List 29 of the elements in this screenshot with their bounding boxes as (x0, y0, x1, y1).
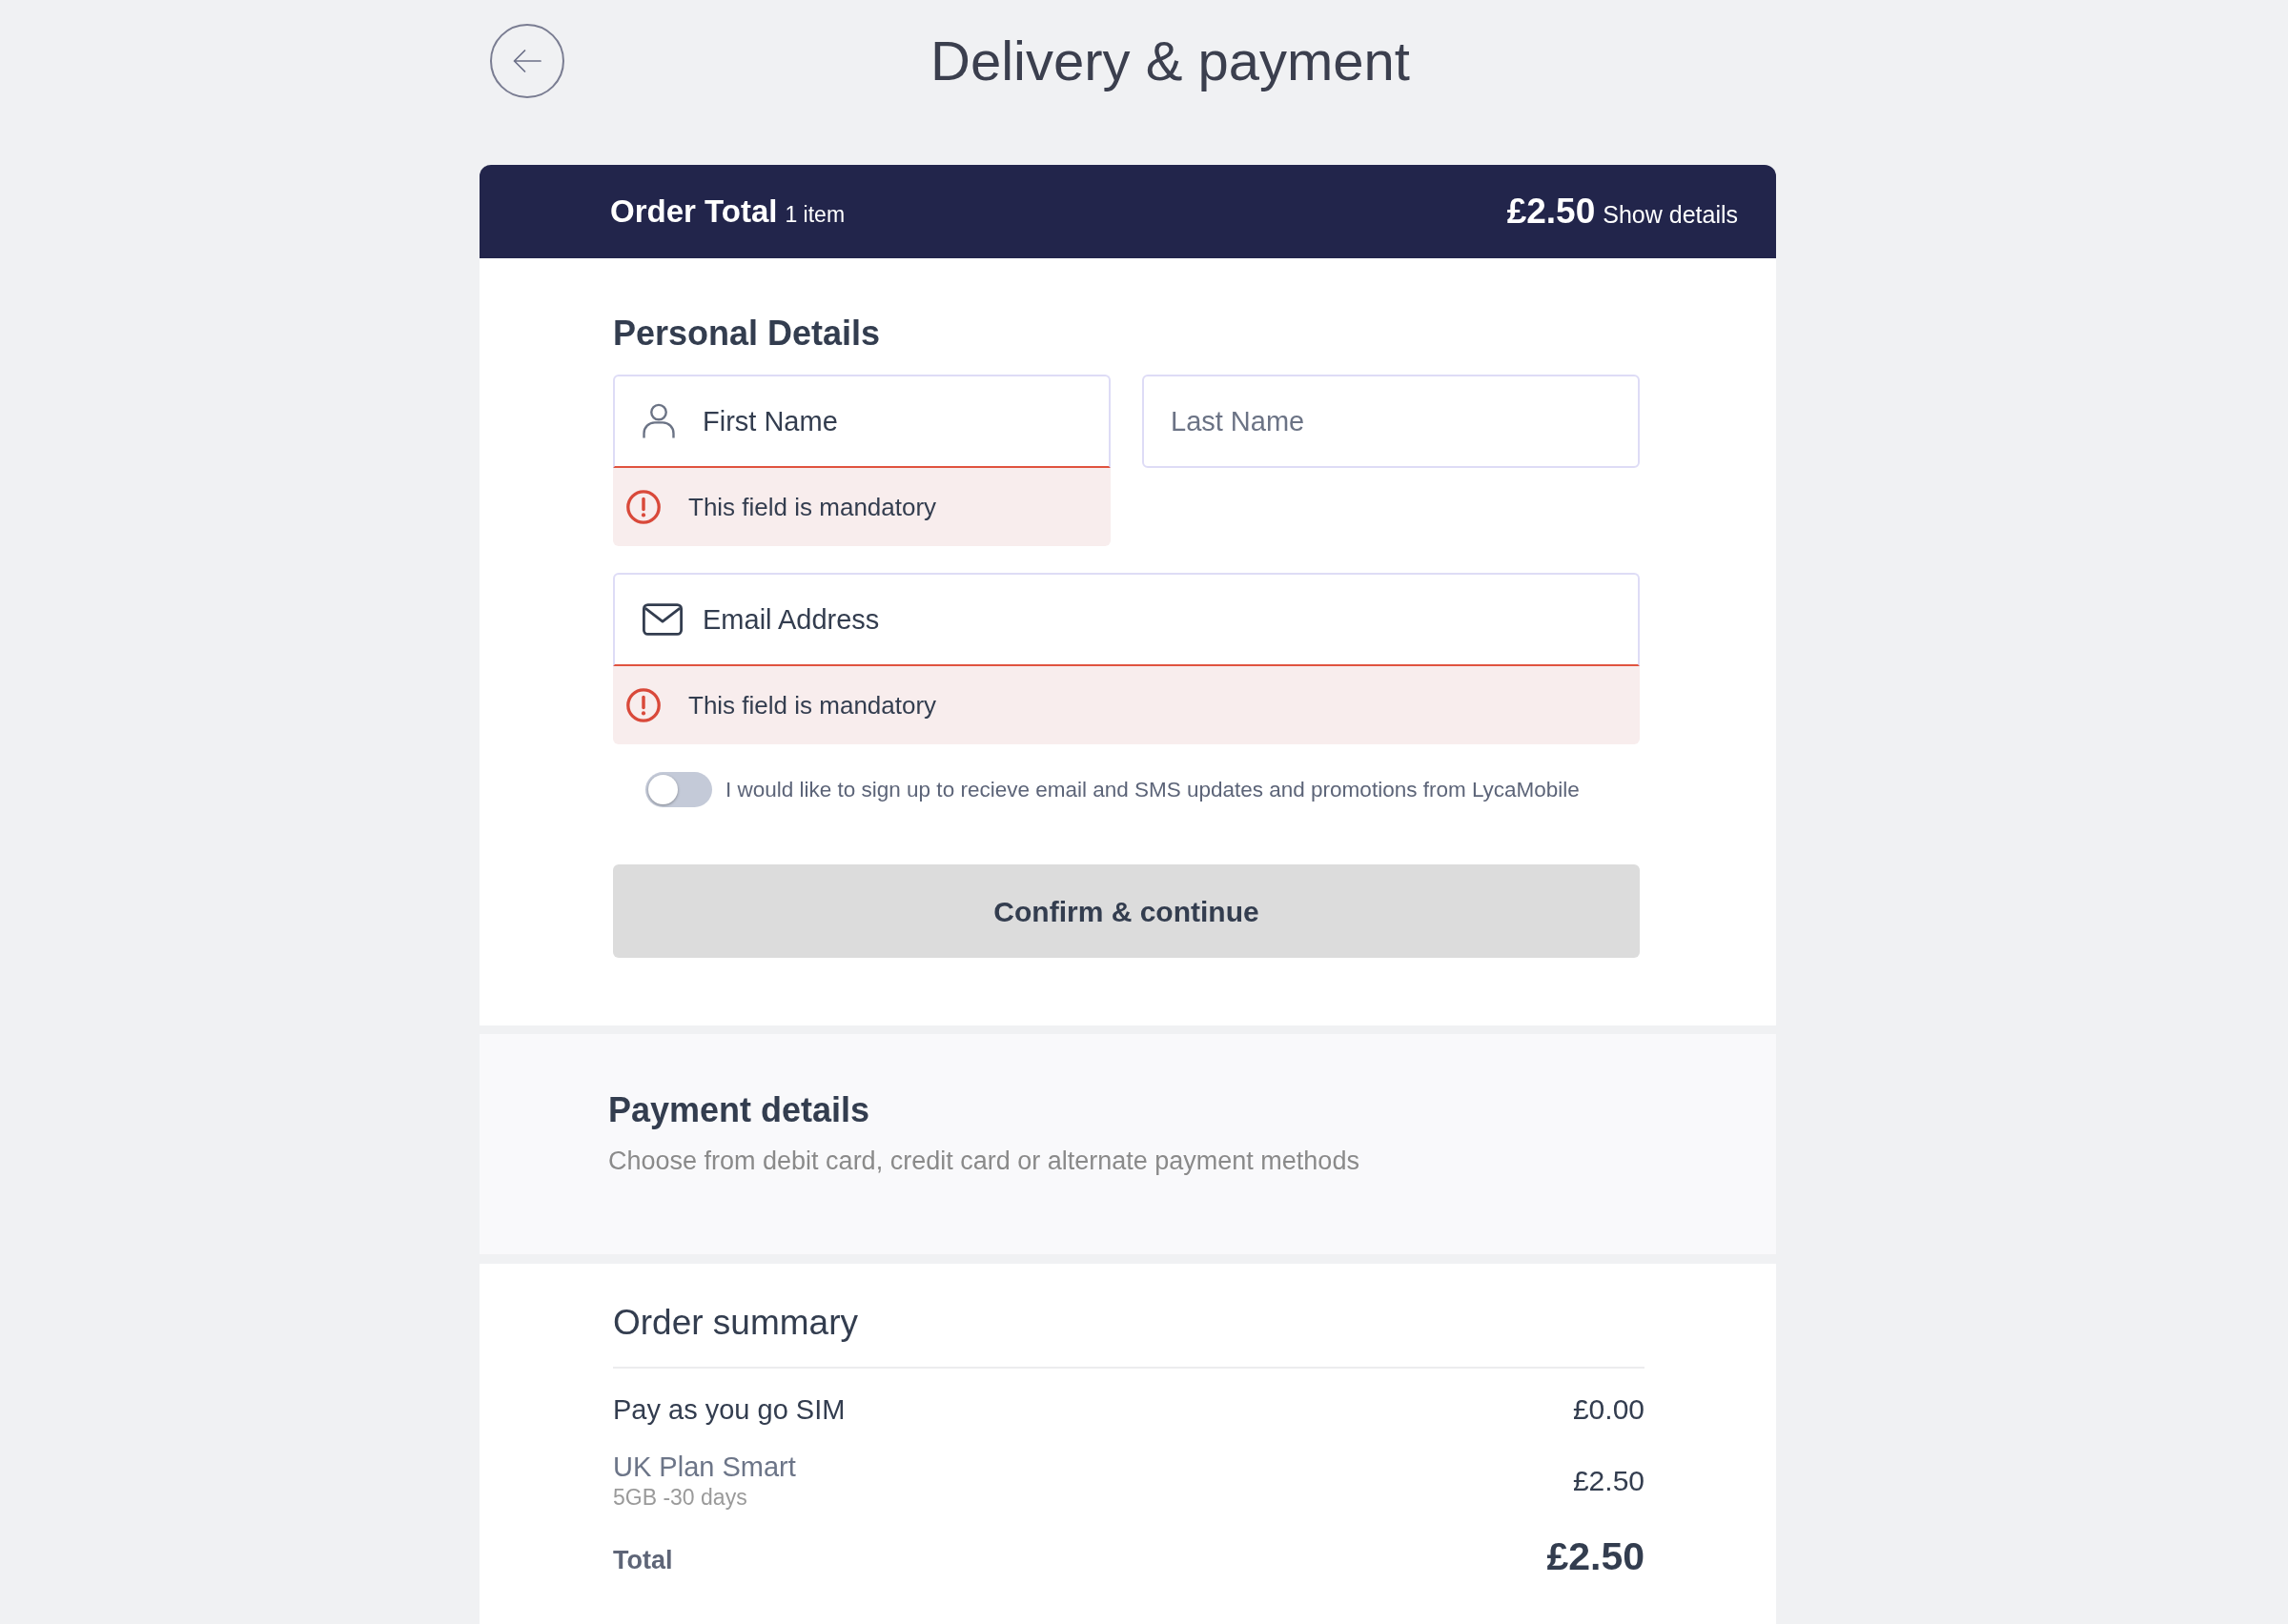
item-price: £2.50 (1572, 1463, 1644, 1498)
exclamation-icon (626, 490, 661, 524)
error-text: This field is mandatory (688, 491, 937, 523)
total-label: Total (613, 1544, 673, 1576)
item-name: UK Plan Smart (613, 1451, 796, 1484)
input-field[interactable]: Last Name (1142, 375, 1640, 468)
page-title: Delivery & payment (930, 29, 1410, 93)
item-name: Pay as you go SIM (613, 1392, 846, 1427)
order-total-label: Order Total (610, 193, 778, 232)
back-button[interactable] (490, 24, 564, 98)
section-heading: Personal Details (613, 313, 881, 355)
input-field[interactable]: Email Address (613, 573, 1640, 666)
error-text: This field is mandatory (688, 689, 937, 721)
input-field[interactable]: First Name (613, 375, 1111, 468)
section-heading: Payment details (608, 1089, 870, 1131)
toggle-switch[interactable] (645, 772, 712, 807)
person-icon (643, 403, 675, 439)
exclamation-icon (626, 688, 661, 722)
section-heading: Order summary (613, 1302, 858, 1344)
item-count: 1 item (785, 201, 846, 230)
section-subtitle: Choose from debit card, credit card or alternate payment methods (608, 1146, 1359, 1177)
total-amount: £2.50 (1546, 1533, 1644, 1579)
consent-label: I would like to sign up to recieve email and SMS updates and promotions from LycaMobile (725, 776, 1580, 803)
arrow-left-icon (513, 50, 541, 72)
envelope-icon (643, 603, 683, 636)
item-price: £0.00 (1572, 1392, 1644, 1427)
order-amount: £2.50 (1506, 191, 1596, 233)
item-detail: 5GB -30 days (613, 1484, 747, 1511)
show-details-link[interactable]: Show details (1603, 197, 1738, 233)
